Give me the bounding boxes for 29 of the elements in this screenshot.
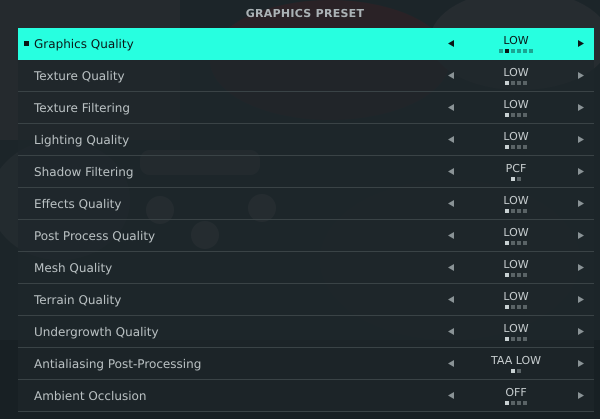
setting-label: Undergrowth Quality bbox=[34, 324, 159, 340]
setting-label: Texture Quality bbox=[34, 68, 125, 84]
setting-label: Lighting Quality bbox=[34, 132, 130, 148]
setting-value: TAA LOW bbox=[491, 354, 541, 367]
setting-label: Ambient Occlusion bbox=[34, 388, 146, 404]
setting-value: LOW bbox=[503, 98, 529, 111]
setting-row[interactable]: Graphics Quality LOW bbox=[18, 28, 594, 60]
setting-value: LOW bbox=[503, 34, 529, 47]
next-arrow-icon[interactable] bbox=[578, 40, 584, 47]
setting-label: Graphics Quality bbox=[34, 36, 134, 52]
setting-value: LOW bbox=[503, 258, 529, 271]
setting-value: LOW bbox=[503, 322, 529, 335]
setting-label: Post Process Quality bbox=[34, 228, 156, 244]
setting-value: LOW bbox=[503, 194, 529, 207]
setting-value: OFF bbox=[505, 386, 527, 399]
setting-value: LOW bbox=[503, 130, 529, 143]
setting-label: Terrain Quality bbox=[34, 292, 122, 308]
setting-value: LOW bbox=[503, 290, 529, 303]
previous-arrow-icon[interactable] bbox=[448, 40, 454, 47]
setting-label: Mesh Quality bbox=[34, 260, 112, 276]
setting-label: Shadow Filtering bbox=[34, 164, 134, 180]
setting-label: Texture Filtering bbox=[34, 100, 130, 116]
section-title: GRAPHICS PRESET bbox=[246, 6, 364, 22]
setting-label: Antialiasing Post-Processing bbox=[34, 356, 202, 372]
setting-value: LOW bbox=[503, 66, 529, 79]
setting-label: Effects Quality bbox=[34, 196, 122, 212]
bullet-icon bbox=[24, 41, 29, 46]
setting-value: LOW bbox=[503, 226, 529, 239]
setting-value: PCF bbox=[506, 162, 526, 175]
